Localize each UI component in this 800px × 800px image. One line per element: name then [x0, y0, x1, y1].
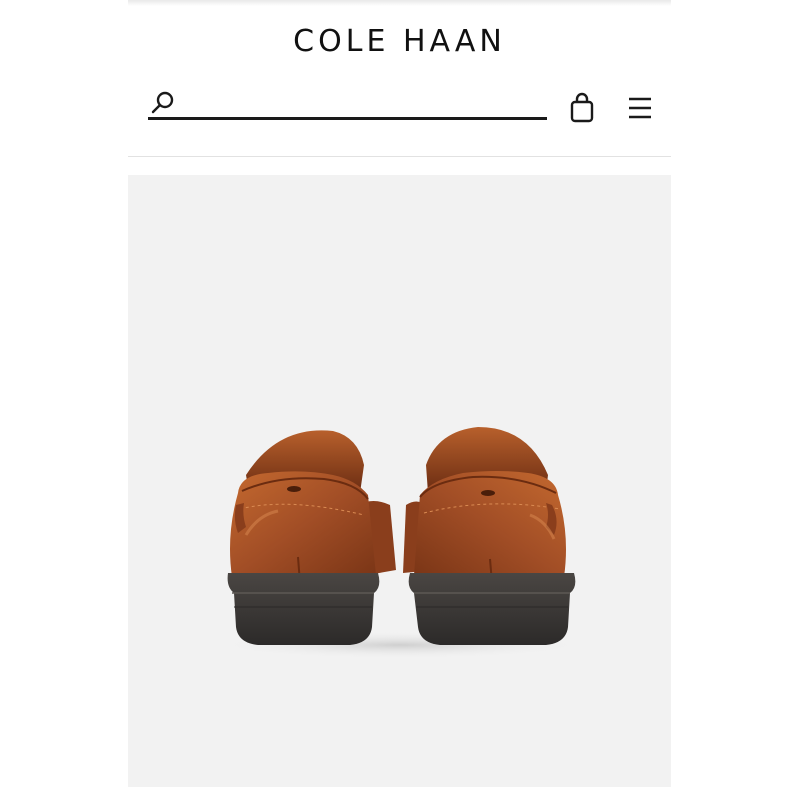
search-icon[interactable] — [150, 90, 176, 116]
search-bar[interactable] — [148, 88, 547, 120]
loafers-illustration — [210, 427, 590, 659]
search-input[interactable] — [182, 90, 542, 114]
right-shoe — [403, 427, 576, 645]
left-shoe — [227, 430, 396, 645]
top-shadow — [128, 0, 671, 6]
mobile-viewport: COLE HAAN — [128, 0, 671, 800]
page: COLE HAAN — [0, 0, 800, 800]
shopping-bag-icon[interactable] — [568, 92, 596, 128]
product-image[interactable] — [128, 175, 671, 787]
shopping-bag-button[interactable] — [568, 92, 596, 124]
menu-button[interactable] — [626, 94, 654, 122]
header-divider — [128, 156, 671, 157]
hamburger-menu-icon[interactable] — [626, 97, 654, 126]
brand-logo[interactable]: COLE HAAN — [128, 24, 671, 60]
